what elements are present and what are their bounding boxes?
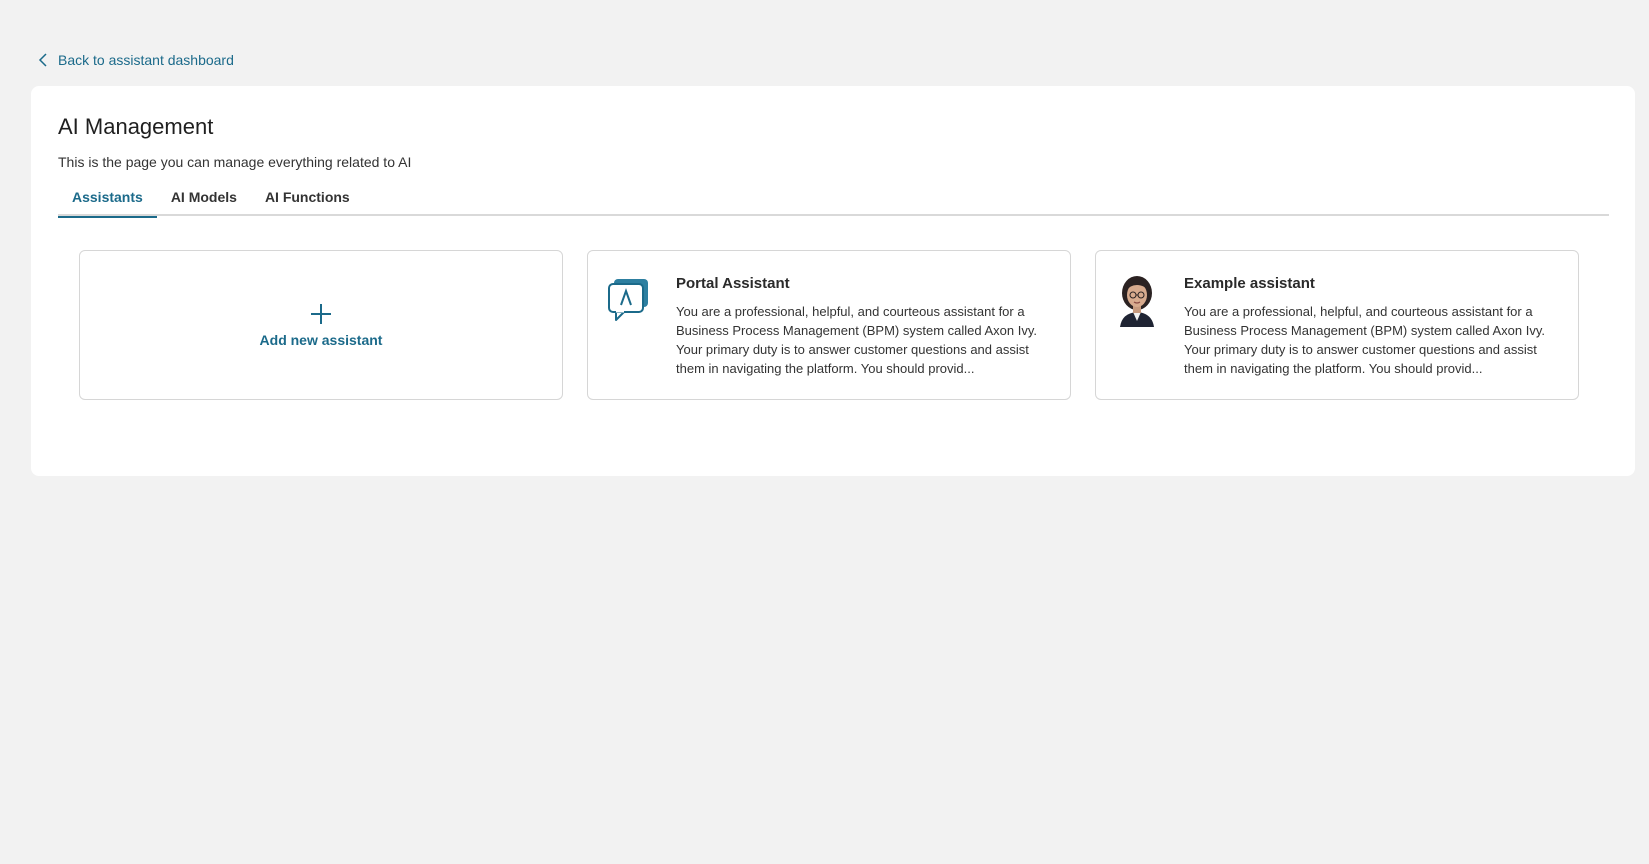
tab-assistants[interactable]: Assistants bbox=[58, 186, 157, 218]
assistant-description: You are a professional, helpful, and cou… bbox=[676, 304, 1038, 376]
page-title: AI Management bbox=[58, 114, 214, 139]
tab-ai-models[interactable]: AI Models bbox=[157, 186, 251, 216]
assistant-card-list: Add new assistant Portal Assistant You a… bbox=[79, 250, 1579, 400]
page-subtitle: This is the page you can manage everythi… bbox=[58, 154, 412, 170]
add-new-assistant-label: Add new assistant bbox=[259, 332, 383, 348]
assistant-description: You are a professional, helpful, and cou… bbox=[1184, 304, 1546, 376]
assistant-name: Example assistant bbox=[1184, 275, 1315, 292]
chevron-left-icon bbox=[38, 53, 47, 67]
assistant-card-portal[interactable]: Portal Assistant You are a professional,… bbox=[587, 250, 1071, 400]
add-new-assistant-card[interactable]: Add new assistant bbox=[79, 250, 563, 400]
back-link-label: Back to assistant dashboard bbox=[58, 52, 234, 68]
ai-management-panel: AI Management This is the page you can m… bbox=[31, 86, 1635, 476]
assistant-card-example[interactable]: Example assistant You are a professional… bbox=[1095, 250, 1579, 400]
avatar-woman-icon bbox=[1120, 276, 1154, 327]
chat-bubble-icon bbox=[608, 279, 648, 321]
back-to-dashboard-link[interactable]: Back to assistant dashboard bbox=[38, 52, 234, 68]
plus-icon bbox=[311, 304, 331, 324]
assistant-name: Portal Assistant bbox=[676, 275, 790, 292]
tab-bar: Assistants AI Models AI Functions bbox=[58, 186, 1609, 218]
tab-ai-functions[interactable]: AI Functions bbox=[251, 186, 364, 216]
